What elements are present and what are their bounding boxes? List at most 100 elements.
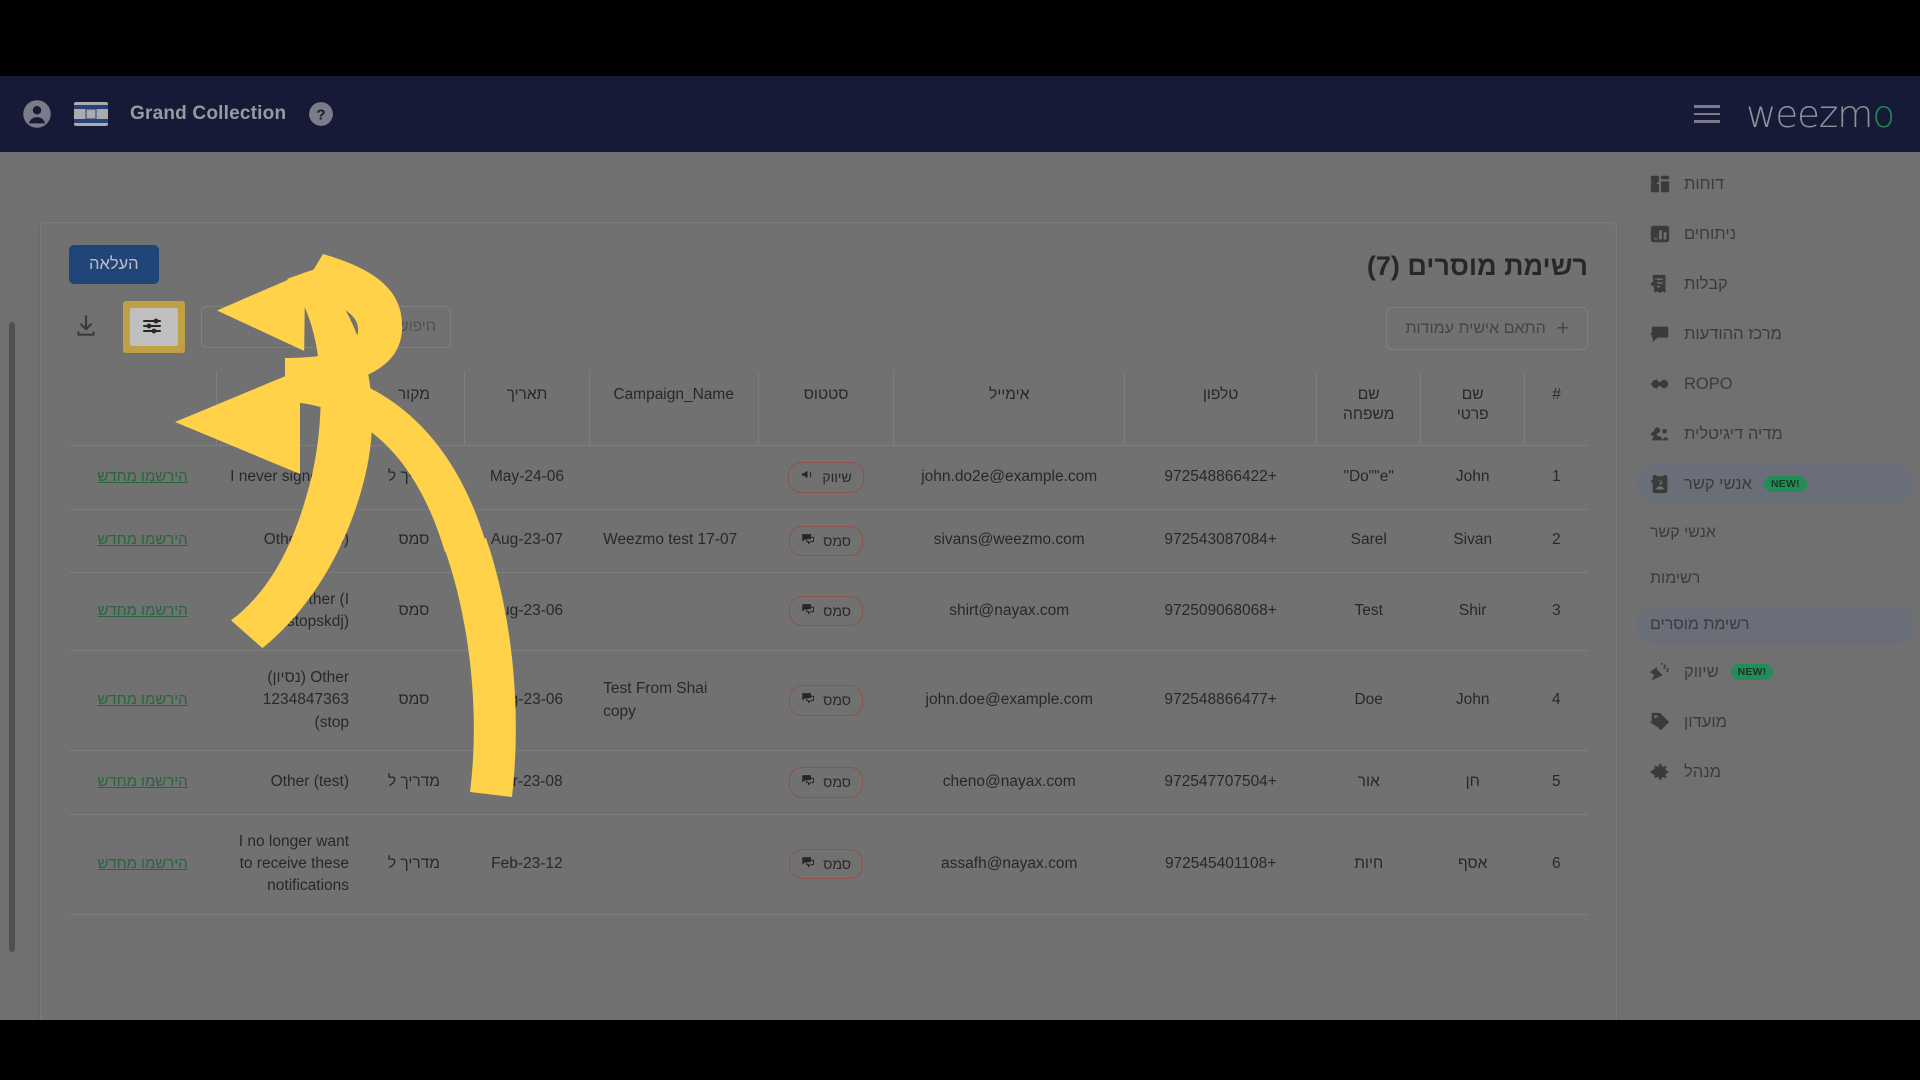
download-button[interactable]: [65, 306, 107, 348]
table-toolbar: [65, 301, 451, 353]
cell-last: חיות: [1354, 854, 1384, 872]
cell-last: Sarel: [1350, 531, 1387, 549]
cell-num: 4: [1552, 691, 1561, 709]
cell-reason: (נסיון) Other 1234847363 (stop: [262, 668, 350, 731]
hamburger-menu-icon[interactable]: [1694, 105, 1721, 123]
col-header-campaign[interactable]: Campaign_Name: [588, 371, 759, 446]
sidebar-subitem-lists[interactable]: רשימות: [1636, 560, 1914, 598]
cell-last: אור: [1357, 773, 1380, 791]
unsubscribers-table-wrapper[interactable]: # שם פרטי שם משפחה טלפון אימייל סטטוס Ca…: [69, 371, 1588, 1020]
table-row[interactable]: 2 Sivan Sarel 972543087084+ sivans@weezmo.co…: [69, 509, 1588, 573]
screenshot-root: Grand Collection ? weezm o דוחות ניתוחים…: [0, 0, 1920, 1080]
chevron-left-icon: [1650, 379, 1657, 389]
cell-source: סמס: [398, 691, 430, 709]
cell-source: סמס: [398, 602, 430, 620]
cell-status: סמס: [758, 509, 894, 572]
col-header-email[interactable]: אימייל: [893, 371, 1125, 446]
sidebar-item-marketing[interactable]: NEW! שיווק: [1636, 652, 1914, 692]
col-header-phone[interactable]: טלפון: [1124, 371, 1317, 446]
sidebar-item-digital-media[interactable]: מדיה דיגיטלית: [1636, 414, 1914, 454]
cell-source: מדריך ל: [387, 854, 440, 872]
download-icon: [73, 313, 99, 342]
resubscribe-link[interactable]: הירשמו מחדש: [97, 602, 187, 619]
filter-sliders-icon: [141, 315, 167, 340]
resubscribe-link[interactable]: הירשמו מחדש: [97, 855, 187, 872]
account-circle-icon[interactable]: [22, 99, 52, 129]
cell-action: הירשמו מחדש: [69, 509, 216, 572]
sidebar-item-admin[interactable]: מנהל: [1636, 752, 1914, 792]
sidebar-item-reports[interactable]: דוחות: [1636, 164, 1914, 204]
sidebar-item-label: מדיה דיגיטלית: [1684, 424, 1783, 443]
sidebar-item-analytics[interactable]: ניתוחים: [1636, 214, 1914, 254]
table-row[interactable]: 5 חן אור 972547707504+ cheno@nayax.com סמס Mar…: [69, 751, 1588, 815]
sidebar-item-club[interactable]: מועדון: [1636, 702, 1914, 742]
cell-reason: Other (test): [270, 773, 350, 791]
col-header-reason[interactable]: סיבה: [215, 371, 364, 446]
cell-date: Mar-23-08: [491, 773, 563, 791]
chevron-left-icon: [1650, 179, 1657, 189]
cell-campaign: [589, 446, 758, 509]
cell-email: john.do2e@example.com: [921, 468, 1098, 486]
sidebar-subitem-unsubscribers[interactable]: רשימת מוסרים: [1636, 606, 1914, 644]
col-header-num[interactable]: #: [1524, 371, 1588, 446]
resubscribe-link[interactable]: הירשמו מחדש: [97, 691, 187, 708]
cell-campaign: Weezmo test 17-07: [603, 531, 738, 549]
upload-button[interactable]: העלאה: [69, 245, 159, 284]
customize-columns-button[interactable]: + התאם אישית עמודות: [1386, 307, 1588, 350]
help-circle-icon[interactable]: ?: [308, 101, 334, 127]
chevron-left-icon: [1650, 717, 1657, 727]
table-row[interactable]: 6 אסף חיות 972545401108+ assafh@nayax.com סמס…: [69, 814, 1588, 915]
search-input[interactable]: [201, 306, 451, 348]
new-badge: NEW!: [1763, 476, 1807, 492]
chevron-left-icon: [1650, 667, 1657, 677]
cell-first: John: [1455, 691, 1490, 709]
cell-status: סמס: [758, 751, 894, 814]
cell-source: מדריך ל: [387, 773, 440, 791]
main-sidebar-nav: דוחות ניתוחים קבלות מרכז ההודעות ROPO מד…: [1630, 152, 1920, 1020]
cell-phone: 972543087084+: [1164, 531, 1277, 549]
israel-flag-icon[interactable]: [74, 102, 108, 126]
cell-campaign: [589, 814, 758, 914]
status-label: סמס: [823, 856, 851, 873]
sidebar-item-contacts[interactable]: NEW! אנשי קשר: [1636, 464, 1914, 504]
chevron-left-icon: [1650, 229, 1657, 239]
plus-icon: +: [1556, 317, 1569, 340]
table-head: # שם פרטי שם משפחה טלפון אימייל סטטוס Ca…: [69, 371, 1588, 446]
col-header-last[interactable]: שם משפחה: [1316, 371, 1421, 446]
cell-action: הירשמו מחדש: [69, 814, 216, 914]
cell-action: הירשמו מחדש: [69, 650, 216, 750]
header-right-group: weezm o: [1694, 93, 1920, 136]
filter-sliders-button[interactable]: [130, 308, 178, 346]
col-header-source[interactable]: מקור: [362, 371, 465, 446]
table-row[interactable]: 4 John Doe 972548866477+ john.doe@example.co…: [69, 650, 1588, 751]
sidebar-subitem-contacts[interactable]: אנשי קשר: [1636, 514, 1914, 552]
status-badge: סמס: [789, 685, 863, 716]
weezmo-logo: weezm o: [1746, 93, 1895, 136]
cell-phone: 972547707504+: [1164, 773, 1277, 791]
cell-num: 3: [1552, 602, 1561, 620]
brand-account-name: Grand Collection: [130, 103, 287, 124]
resubscribe-link[interactable]: הירשמו מחדש: [97, 773, 187, 790]
table-row[interactable]: 1 John "Do""e" 972548866422+ john.do2e@examp…: [69, 446, 1588, 510]
cell-reason: Other (Stop): [263, 531, 350, 549]
sidebar-item-message-center[interactable]: מרכז ההודעות: [1636, 314, 1914, 354]
sms-icon: [801, 690, 816, 710]
status-label: שיווק: [822, 469, 852, 486]
cell-action: הירשמו מחדש: [69, 572, 216, 650]
resubscribe-link[interactable]: הירשמו מחדש: [97, 468, 187, 485]
cell-reason: Other (I Shaistopskdj): [255, 590, 350, 631]
col-header-status[interactable]: סטטוס: [757, 371, 894, 446]
vertical-scrollbar[interactable]: [9, 322, 15, 952]
col-header-action: [69, 371, 216, 446]
cell-num: 2: [1552, 531, 1561, 549]
cell-source: מדריך ל: [387, 468, 440, 486]
sidebar-item-label: אנשי קשר: [1684, 474, 1752, 493]
resubscribe-link[interactable]: הירשמו מחדש: [97, 531, 187, 548]
sidebar-item-receipts[interactable]: קבלות: [1636, 264, 1914, 304]
table-row[interactable]: 3 Shir Test 972509068068+ shirt@nayax.com סמס…: [69, 572, 1588, 651]
sidebar-item-ropo[interactable]: ROPO: [1636, 364, 1914, 404]
sms-icon: [801, 531, 816, 551]
col-header-date[interactable]: תאריך: [464, 371, 590, 446]
sidebar-subitem-label: אנשי קשר: [1650, 524, 1716, 541]
col-header-first[interactable]: שם פרטי: [1420, 371, 1525, 446]
